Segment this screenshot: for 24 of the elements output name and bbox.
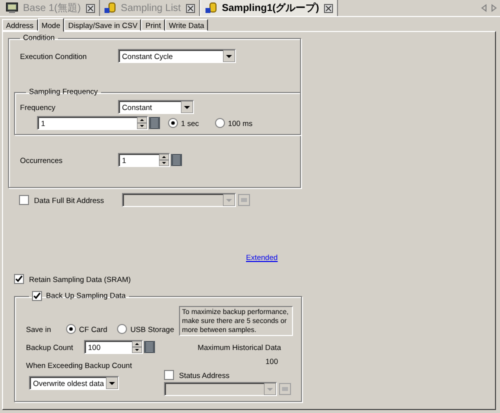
close-icon[interactable] bbox=[324, 4, 334, 12]
document-tab[interactable]: Sampling1(グループ) bbox=[200, 0, 338, 16]
status-address-dropdown[interactable] bbox=[164, 382, 277, 396]
checkbox[interactable] bbox=[32, 291, 42, 301]
database-icon bbox=[204, 2, 217, 14]
radio-button[interactable] bbox=[117, 324, 128, 334]
radio-button[interactable] bbox=[66, 324, 76, 334]
spin-button[interactable] bbox=[137, 117, 147, 129]
database-icon bbox=[104, 2, 116, 14]
checkbox[interactable] bbox=[164, 370, 174, 380]
spin-button[interactable] bbox=[159, 154, 169, 166]
scroll-arrows-icon[interactable] bbox=[481, 4, 497, 12]
dropdown-arrow-icon[interactable] bbox=[181, 101, 193, 113]
close-icon[interactable] bbox=[86, 4, 95, 12]
checkbox[interactable] bbox=[14, 274, 24, 284]
monitor-icon bbox=[6, 2, 18, 14]
dropdown-arrow-icon[interactable] bbox=[223, 50, 235, 62]
address-dropdown[interactable] bbox=[122, 193, 236, 207]
radio-button[interactable] bbox=[214, 118, 225, 128]
radio-button[interactable] bbox=[168, 118, 178, 128]
checkbox[interactable] bbox=[19, 195, 29, 205]
spin-button[interactable] bbox=[132, 341, 142, 353]
close-icon[interactable] bbox=[186, 4, 195, 12]
dropdown-arrow-icon[interactable] bbox=[106, 377, 118, 389]
